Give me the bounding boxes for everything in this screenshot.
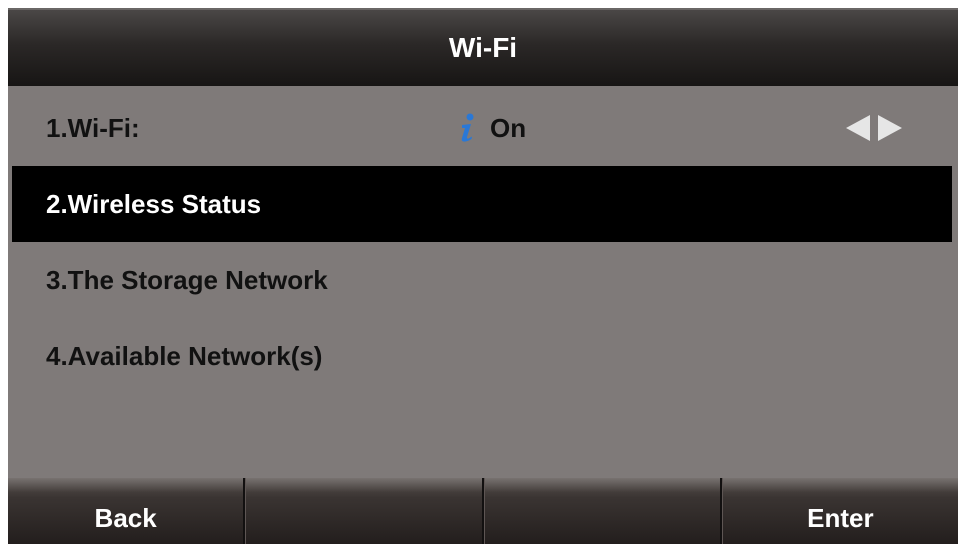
menu-item-available-networks[interactable]: 4.Available Network(s)	[12, 318, 952, 394]
softkey-highlight	[246, 478, 482, 492]
menu-list: 1.Wi-Fi: On 2.Wireless Status 3.The Stor…	[8, 86, 958, 478]
softkey-highlight	[8, 478, 244, 492]
menu-item-label: 1.Wi-Fi:	[46, 112, 140, 143]
softkey-highlight	[484, 478, 720, 492]
softkey-2[interactable]	[245, 478, 484, 544]
softkey-back[interactable]: Back	[8, 478, 246, 544]
phone-screen: Wi-Fi 1.Wi-Fi: On 2.Wireless Status 3.Th…	[0, 0, 958, 544]
wifi-value-group: On	[456, 90, 526, 166]
menu-item-wireless-status[interactable]: 2.Wireless Status	[12, 166, 952, 242]
arrow-left-icon[interactable]	[844, 113, 872, 143]
menu-item-label: 2.Wireless Status	[46, 188, 262, 219]
softkey-bar: Back Enter	[8, 478, 958, 544]
softkey-highlight	[722, 478, 958, 492]
softkey-label: Enter	[807, 503, 874, 533]
title-bar: Wi-Fi	[8, 8, 958, 86]
menu-item-wifi[interactable]: 1.Wi-Fi: On	[12, 90, 952, 166]
page-title: Wi-Fi	[448, 32, 518, 63]
menu-item-label: 3.The Storage Network	[46, 264, 328, 295]
menu-item-label: 4.Available Network(s)	[46, 340, 323, 371]
menu-item-storage-network[interactable]: 3.The Storage Network	[12, 242, 952, 318]
arrow-right-icon[interactable]	[876, 113, 904, 143]
wifi-status-value: On	[490, 112, 527, 143]
info-icon	[461, 113, 474, 142]
softkey-enter[interactable]: Enter	[721, 478, 958, 544]
value-switch-arrows	[844, 90, 904, 166]
softkey-label: Back	[94, 503, 157, 533]
softkey-3[interactable]	[483, 478, 722, 544]
